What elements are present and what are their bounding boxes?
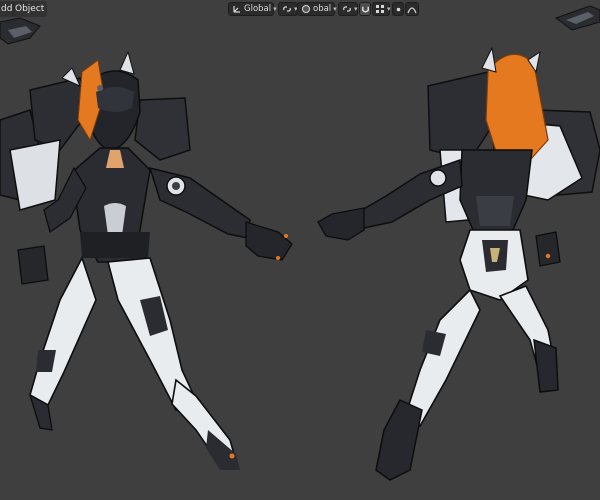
scene-render [0,5,600,481]
proportional-falloff-dropdown[interactable] [405,2,419,16]
link-icon [342,4,352,14]
transform-pivot-link-dropdown[interactable]: ▾ [278,2,298,16]
grid-icon [376,4,385,14]
orientation-value: Global [244,4,272,14]
falloff-curve-icon [407,5,417,14]
snap-target-dropdown[interactable]: ▾ [372,2,391,16]
chevron-down-icon: ▾ [273,5,277,13]
menu-object[interactable]: Object [12,1,48,17]
snap-link-dropdown[interactable]: ▾ [338,2,358,16]
proportional-edit-toggle[interactable] [392,2,404,16]
floating-object-top-right[interactable] [554,5,600,31]
transform-orientation-dropdown[interactable]: Global ▾ [228,2,277,16]
pivot-icon [301,4,311,14]
floating-object-top-left[interactable] [0,17,41,45]
axes-icon [232,4,242,14]
link-icon [282,4,292,14]
character-model-front[interactable] [0,50,293,470]
pivot-point-dropdown[interactable]: obal ▾ [297,2,337,16]
proportional-edit-icon [394,5,403,14]
pivot-value: obal [313,4,332,14]
chevron-down-icon: ▾ [354,5,358,13]
magnet-icon [361,5,370,14]
chevron-down-icon: ▾ [333,5,337,13]
chevron-down-icon: ▾ [387,5,391,13]
snap-toggle[interactable] [359,2,371,16]
character-model-back[interactable] [317,46,600,481]
3d-viewport[interactable]: dd Object Global ▾ ▾ obal ▾ ▾ ▾ [0,0,600,500]
